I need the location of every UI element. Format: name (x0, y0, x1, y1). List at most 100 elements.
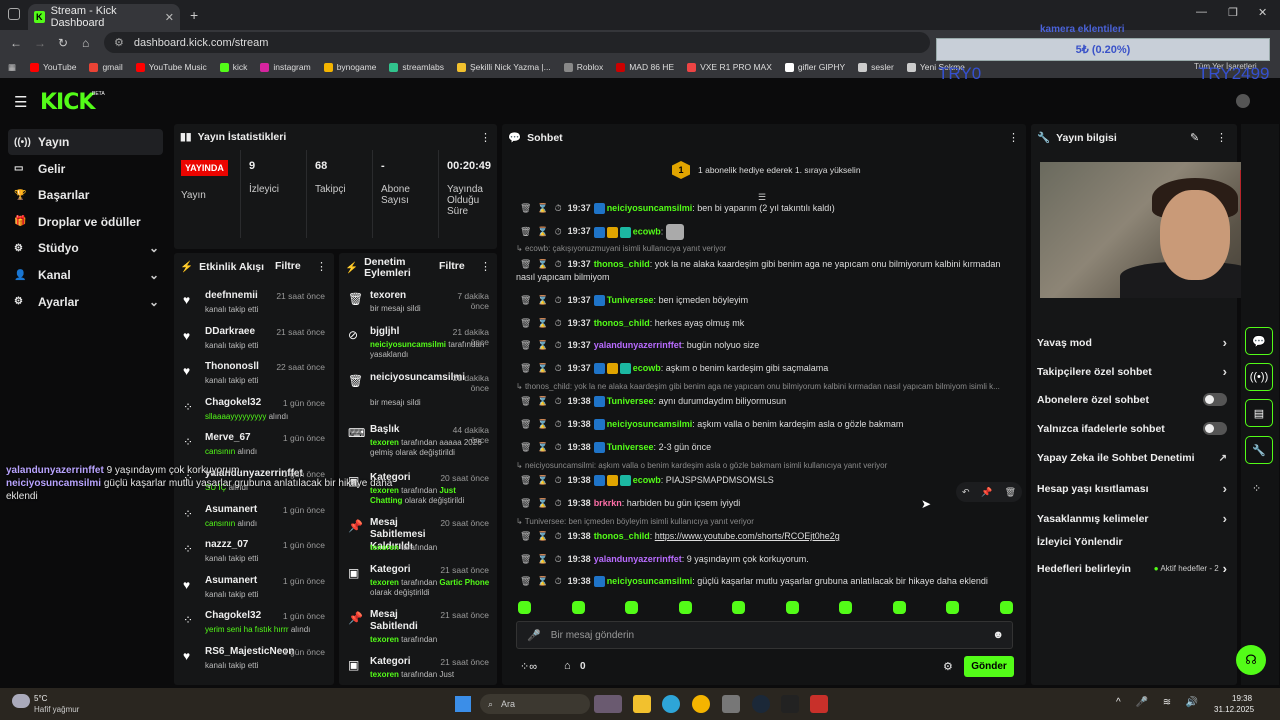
points-icon[interactable]: ⁘∞ (520, 660, 537, 673)
chat-message[interactable]: 🗑⌛⏱19:38 thonos_child: https://www.youtub… (520, 530, 1020, 542)
message-mod-tools[interactable]: 🗑⌛⏱ (520, 340, 568, 350)
sidebar-item-gelir[interactable]: ▭ Gelir (8, 156, 163, 182)
sidebar-item-droplar-ve-ödüller[interactable]: 🎁 Droplar ve ödüller (8, 209, 163, 235)
site-info-icon[interactable]: ⚙ (114, 36, 124, 49)
chat-message[interactable]: 🗑⌛⏱19:37 thonos_child: yok la ne alaka ka… (520, 258, 1020, 270)
mic-icon[interactable]: 🎤 (527, 629, 541, 642)
message-username[interactable]: ecowb (633, 226, 661, 236)
message-username[interactable]: ecowb (633, 475, 661, 485)
stream-setting-hedefleri-belirleyin[interactable]: Hedefleri belirleyin ● Aktif hedefler - 2… (1037, 561, 1227, 576)
avatar[interactable] (1236, 94, 1250, 108)
back-icon[interactable]: ← (10, 36, 22, 50)
message-username[interactable]: Tuniversee (607, 295, 654, 305)
chat-message[interactable]: 🗑⌛⏱19:37 yalandunyazerrinffet: bugün noly… (520, 339, 1020, 351)
activity-item[interactable]: ⁘ Asumanert 1 gün önce cansının alındı (183, 504, 328, 539)
emote-icon[interactable] (518, 601, 531, 614)
stream-setting-yasaklanmış-kelimeler[interactable]: Yasaklanmış kelimeler › (1037, 511, 1227, 526)
store-icon[interactable]: ⌂ (564, 660, 571, 672)
message-username[interactable]: brkrkn (594, 498, 622, 508)
message-mod-tools[interactable]: 🗑⌛⏱ (520, 554, 568, 564)
send-button[interactable]: Gönder (964, 656, 1014, 677)
browser-tab[interactable]: K Stream - Kick Dashboard ✕ (28, 4, 180, 30)
apps-icon[interactable]: ▦ (8, 62, 16, 73)
message-mod-tools[interactable]: 🗑⌛⏱ (520, 531, 568, 541)
reply-icon[interactable]: ↶ (962, 487, 970, 498)
menu-icon[interactable]: ☰ (14, 93, 27, 111)
activity-filter-button[interactable]: Filtre (275, 260, 301, 272)
chrome-icon[interactable] (692, 695, 710, 713)
bookmark-item[interactable]: kick (219, 62, 247, 72)
emote-icon[interactable] (732, 601, 745, 614)
message-username[interactable]: thonos_child (594, 318, 650, 328)
chat-message[interactable]: 🗑⌛⏱19:38 ecowb: PIAJSPSMAPDMSOMSLS (520, 474, 1020, 487)
message-username[interactable]: neiciyosuncamsilmi (607, 203, 693, 213)
activity-item[interactable]: ♥ Thononosll 22 saat önce kanalı takip etti (183, 361, 328, 396)
stream-info-more-icon[interactable]: ⋮ (1216, 131, 1227, 144)
message-mod-tools[interactable]: 🗑⌛⏱ (520, 419, 568, 429)
moderation-more-icon[interactable]: ⋮ (480, 260, 491, 273)
message-mod-tools[interactable]: 🗑⌛⏱ (520, 226, 568, 236)
message-username[interactable]: neiciyosuncamsilmi (607, 576, 693, 586)
url-field[interactable]: ⚙ dashboard.kick.com/stream (104, 32, 930, 53)
chat-settings-icon[interactable]: ⚙ (943, 660, 953, 673)
chat-message[interactable]: 🗑⌛⏱19:37 neiciyosuncamsilmi: ben bi yapar… (520, 202, 1020, 215)
tools-rail-button[interactable]: 🔧 (1245, 436, 1273, 464)
sidebar-item-ayarlar[interactable]: ⚙ Ayarlar ⌄ (8, 289, 163, 315)
chat-rail-button[interactable]: 💬 (1245, 327, 1273, 355)
forward-icon[interactable]: → (34, 36, 46, 50)
chat-message[interactable]: 🗑⌛⏱19:38 neiciyosuncamsilmi: aşkım valla … (520, 418, 1020, 431)
chat-input[interactable]: 🎤 Bir mesaj gönderin ☻ (516, 621, 1013, 649)
steam-icon[interactable] (752, 695, 770, 713)
message-username[interactable]: yalandunyazerrinffet (594, 554, 682, 564)
message-username[interactable]: yalandunyazerrinffet (594, 340, 682, 350)
stream-setting-yapay-zeka-ile-sohbet-denetimi[interactable]: Yapay Zeka ile Sohbet Denetimi ↗ (1037, 452, 1227, 464)
emote-icon[interactable] (999, 601, 1013, 614)
broadcast-rail-button[interactable]: ((•)) (1245, 363, 1273, 391)
emoji-icon[interactable]: ☻ (992, 629, 1004, 641)
stream-setting-yavaş-mod[interactable]: Yavaş mod › (1037, 335, 1227, 350)
pin-icon[interactable]: 📌 (981, 487, 992, 498)
chat-message[interactable]: 🗑⌛⏱19:38 neiciyosuncamsilmi: güçlü kaşarl… (520, 575, 1020, 588)
sidebar-item-başarılar[interactable]: 🏆 Başarılar (8, 182, 163, 208)
emote-icon[interactable] (678, 601, 692, 614)
stats-more-icon[interactable]: ⋮ (480, 131, 491, 144)
chat-more-icon[interactable]: ⋮ (1008, 131, 1019, 144)
reload-icon[interactable]: ↻ (58, 36, 68, 50)
activity-item[interactable]: ♥ deefnnemii 21 saat önce kanalı takip etti (183, 290, 328, 325)
message-username[interactable]: Tuniversee (607, 396, 654, 406)
new-tab-icon[interactable]: + (190, 7, 198, 23)
message-mod-tools[interactable]: 🗑⌛⏱ (520, 259, 568, 269)
bookmark-item[interactable]: instagram (260, 62, 311, 72)
sidebar-item-kanal[interactable]: 👤 Kanal ⌄ (8, 262, 163, 288)
activity-item[interactable]: ⁘ Merve_67 1 gün önce cansının alındı (183, 432, 328, 467)
maximize-icon[interactable]: ❐ (1228, 6, 1238, 19)
message-mod-tools[interactable]: 🗑⌛⏱ (520, 318, 568, 328)
emote-icon[interactable] (839, 601, 852, 614)
message-mod-tools[interactable]: 🗑⌛⏱ (520, 295, 568, 305)
emote-icon[interactable] (571, 601, 585, 614)
edge-icon[interactable] (662, 695, 680, 713)
support-icon[interactable]: ☊ (1236, 645, 1266, 675)
edit-icon[interactable]: ✎ (1190, 131, 1199, 144)
activity-item[interactable]: ⁘ Chagokel32 1 gün önce sllaaaayyyyyyyyy al… (183, 397, 328, 432)
chat-message[interactable]: 🗑⌛⏱19:38 brkrkn: harbiden bu gün içsem iy… (520, 497, 1020, 509)
bookmark-item[interactable]: Şekilli Nick Yazma |... (456, 62, 551, 72)
points-rail-icon[interactable]: ⁘ (1252, 482, 1261, 495)
message-mod-tools[interactable]: 🗑⌛⏱ (520, 576, 568, 586)
bookmark-item[interactable]: VXE R1 PRO MAX (687, 62, 772, 72)
activity-item[interactable]: ♥ DDarkraee 21 saat önce kanalı takip etti (183, 326, 328, 361)
taskbar-search[interactable]: ⌕ Ara (480, 694, 590, 714)
message-username[interactable]: thonos_child (594, 259, 650, 269)
pinned-gift-banner[interactable]: 1 1 abonelik hediye ederek 1. sıraya yük… (672, 161, 861, 179)
home-icon[interactable]: ⌂ (82, 36, 89, 50)
emote-icon[interactable] (892, 601, 906, 614)
minimize-icon[interactable]: — (1196, 6, 1207, 18)
activity-item[interactable]: ♥ Asumanert 1 gün önce kanalı takip etti (183, 575, 328, 610)
emote-icon[interactable] (946, 601, 959, 614)
stream-setting-abonelere-özel-sohbet[interactable]: Abonelere özel sohbet (1037, 393, 1227, 406)
emote-icon[interactable] (785, 601, 799, 614)
activity-item[interactable]: ⁘ nazzz_07 1 gün önce kanalı takip etti (183, 539, 328, 574)
bookmark-item[interactable]: gifler GIPHY (784, 62, 845, 72)
chat-message[interactable]: 🗑⌛⏱19:37 ecowb: (520, 224, 1020, 240)
moderation-filter-button[interactable]: Filtre (439, 260, 465, 272)
